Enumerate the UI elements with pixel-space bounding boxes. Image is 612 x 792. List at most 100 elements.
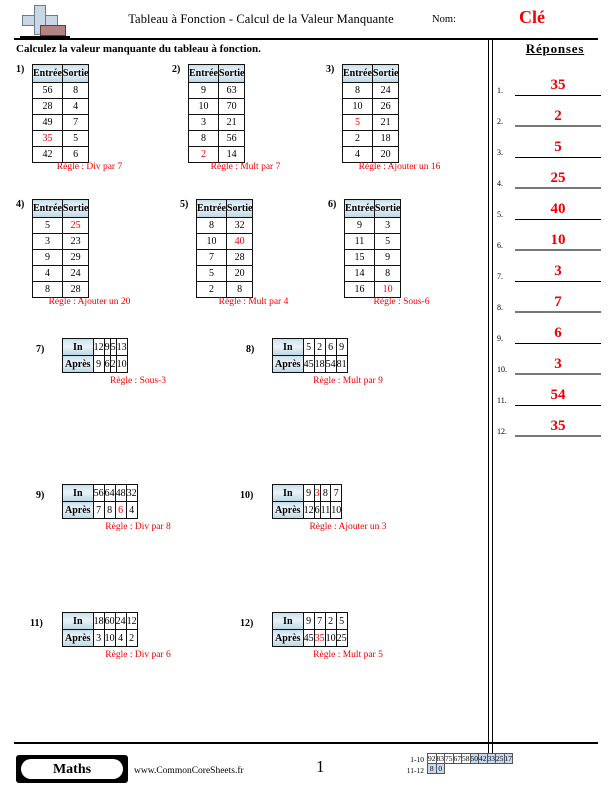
math-plus-logo <box>18 4 80 38</box>
score-range-label: 1-10 <box>410 755 424 764</box>
answer-value: 10 <box>550 232 566 248</box>
answer-blank-line[interactable] <box>515 125 601 127</box>
answer-number: 6. <box>497 241 503 250</box>
table-row: 10 40 <box>196 233 254 250</box>
answer-value: 2 <box>554 108 562 124</box>
answer-blank-line[interactable] <box>515 311 601 313</box>
output-cell: 14 <box>217 146 246 163</box>
answer-blank-line[interactable] <box>515 187 601 189</box>
rule-text: Règle : Div par 8 <box>105 522 171 532</box>
input-cell: 9 <box>344 217 375 234</box>
table-row: 8 24 <box>342 82 400 99</box>
output-cell: 21 <box>371 114 400 131</box>
output-cell: 5 <box>61 130 90 147</box>
answer-blank-line[interactable] <box>515 218 601 220</box>
input-cell: 5 <box>335 612 348 630</box>
input-cell: 14 <box>344 265 375 282</box>
column-header-input: Entrée <box>344 199 375 218</box>
score-cell: 58 <box>461 753 471 764</box>
answer-blank-line[interactable] <box>515 404 601 406</box>
answer-row: 9. 6 <box>497 314 605 344</box>
answer-blank-line[interactable] <box>515 373 601 375</box>
missing-value-cell[interactable]: 25 <box>61 217 90 234</box>
maths-badge: Maths <box>16 755 128 783</box>
table-row: 2 18 <box>342 130 400 147</box>
table-row: 28 <box>196 281 254 298</box>
missing-value-cell[interactable]: 35 <box>313 629 326 647</box>
table-row: In 56 64 48 32 <box>62 484 138 502</box>
problem-number: 11) <box>30 618 43 629</box>
answer-number: 10. <box>497 365 507 374</box>
output-cell: 10 <box>330 501 343 519</box>
header-divider <box>14 38 598 40</box>
problem-number: 6) <box>328 199 337 210</box>
input-cell: 2 <box>324 612 337 630</box>
input-cell: 28 <box>32 98 63 115</box>
input-cell: 11 <box>344 233 375 250</box>
output-cell: 18 <box>313 355 326 373</box>
answer-blank-line[interactable] <box>515 94 601 96</box>
answer-blank-line[interactable] <box>515 435 601 437</box>
missing-value-cell[interactable]: 35 <box>32 130 63 147</box>
row-header-in: In <box>272 612 304 630</box>
input-cell: 48 <box>114 484 127 502</box>
rule-text: Règle : Div par 6 <box>105 650 171 660</box>
answer-value: 7 <box>554 294 562 310</box>
missing-value-cell[interactable]: 10 <box>373 281 402 298</box>
answer-blank-line[interactable] <box>515 156 601 158</box>
input-cell: 64 <box>103 484 116 502</box>
input-cell: 2 <box>342 130 373 147</box>
table-row: Après 9 6 2 10 <box>62 355 128 373</box>
row-header-in: In <box>62 484 94 502</box>
row-header-in: In <box>62 338 94 356</box>
output-cell: 54 <box>324 355 337 373</box>
problem-number: 2) <box>172 64 181 75</box>
answer-number: 7. <box>497 272 503 281</box>
output-cell: 5 <box>373 233 402 250</box>
row-header-in: In <box>272 484 304 502</box>
output-cell: 2 <box>125 629 138 647</box>
missing-value-cell[interactable]: 2 <box>188 146 219 163</box>
table-row: 28 4 <box>32 98 90 115</box>
answer-row: 7. 3 <box>497 252 605 282</box>
answer-row: 4. 25 <box>497 159 605 189</box>
score-cell: 33 <box>486 753 496 764</box>
rule-text: Règle : Mult par 4 <box>218 297 289 307</box>
row-header-in: In <box>62 612 94 630</box>
table-row: 16 10 <box>344 281 402 298</box>
output-cell: 45 <box>302 629 315 647</box>
missing-value-cell[interactable]: 5 <box>342 114 373 131</box>
answer-blank-line[interactable] <box>515 249 601 251</box>
output-cell: 28 <box>225 249 254 266</box>
output-cell: 56 <box>217 130 246 147</box>
problem-number: 7) <box>36 344 45 355</box>
answers-divider-right <box>492 40 494 760</box>
missing-value-cell[interactable]: 6 <box>114 501 127 519</box>
answer-value: 3 <box>554 356 562 372</box>
output-cell: 29 <box>61 249 90 266</box>
table-row: 10 70 <box>188 98 246 115</box>
table-row: 4 24 <box>32 265 90 282</box>
input-cell: 60 <box>103 612 116 630</box>
table-row: 11 5 <box>344 233 402 250</box>
answer-blank-line[interactable] <box>515 280 601 282</box>
answer-row: 6. 10 <box>497 221 605 251</box>
input-cell: 5 <box>302 338 315 356</box>
problem-number: 1) <box>16 64 25 75</box>
output-cell: 10 <box>103 629 116 647</box>
answer-blank-line[interactable] <box>515 342 601 344</box>
answer-number: 4. <box>497 179 503 188</box>
score-cell: 83 <box>435 753 445 764</box>
problem-number: 9) <box>36 490 45 501</box>
score-cell-empty <box>445 764 454 774</box>
answer-number: 3. <box>497 148 503 157</box>
rule-text: Règle : Mult par 9 <box>313 376 383 386</box>
table-header-row: Entrée Sortie <box>32 64 90 83</box>
table: Entrée Sortie 9 3 11 5 15 9 14 8 16 10 <box>344 199 402 298</box>
missing-value-cell[interactable]: 40 <box>225 233 254 250</box>
worksheet-page: Tableau à Fonction - Calcul de la Valeur… <box>0 0 612 792</box>
input-cell: 4 <box>342 146 373 163</box>
table-row: In 12 9 5 13 <box>62 338 128 356</box>
output-cell: 4 <box>125 501 138 519</box>
input-cell: 13 <box>115 338 128 356</box>
